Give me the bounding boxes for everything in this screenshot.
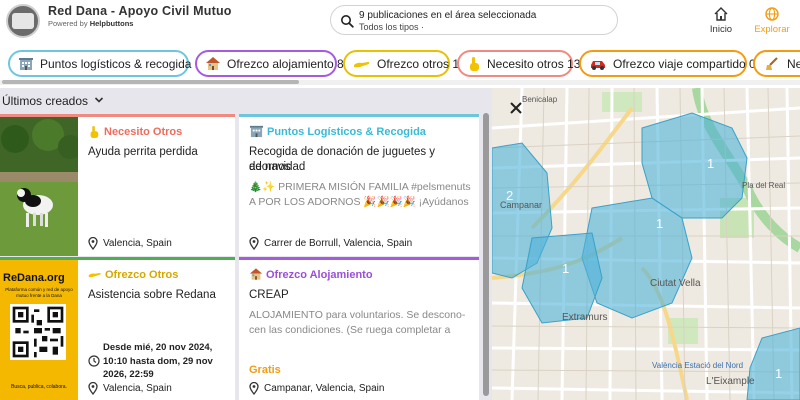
filter-lodging-label: Ofrezco alojamiento 8 — [227, 56, 344, 71]
hand-offer-icon — [88, 272, 101, 278]
filter-rideshare[interactable]: Ofrezco viaje compartido 0 — [579, 50, 756, 77]
post-card-redana-assistance[interactable]: ReDana.org Plataforma común y red de apo… — [0, 257, 235, 400]
post-category: Ofrezco Alojamiento — [266, 269, 373, 281]
map-pin-icon — [249, 382, 259, 395]
results-scrollbar[interactable] — [483, 113, 489, 396]
place-label: Extramurs — [562, 312, 608, 323]
post-date-line2: 10:10 hasta dom, 29 nov — [103, 356, 213, 367]
filter-offer-other-label: Ofrezco otros 1 — [377, 56, 460, 71]
filter-scrollbar-thumb[interactable] — [2, 80, 299, 84]
poster-brand: ReDana.org — [3, 272, 65, 284]
post-description-line1: 🎄✨ PRIMERA MISIÓN FAMILIA #pelsmenuts — [249, 181, 471, 193]
qr-code — [10, 304, 66, 360]
post-card-creap[interactable]: Ofrezco Alojamiento CREAP ALOJAMIENTO pa… — [239, 257, 479, 400]
search-summary: 9 publicaciones en el área seleccionada — [359, 10, 537, 21]
filter-offer-other[interactable]: Ofrezco otros 1 — [343, 50, 459, 77]
car-icon — [589, 56, 607, 72]
search-box[interactable]: 9 publicaciones en el área seleccionada … — [330, 5, 618, 35]
filter-lodging[interactable]: Ofrezco alojamiento 8 — [195, 50, 344, 77]
post-title: CREAP — [249, 289, 289, 301]
post-description-line2: A POR LOS ADORNOS 🎉🎉🎉🎉 ¡Ayúdanos — [249, 196, 469, 208]
place-label: Ciutat Vella — [650, 278, 701, 289]
chevron-down-icon[interactable] — [94, 96, 104, 104]
post-location-text: Campanar, Valencia, Spain — [264, 383, 385, 394]
cluster-count: 1 — [656, 216, 663, 231]
nav-home[interactable]: Inicio — [700, 4, 742, 40]
powered-by-brand[interactable]: Helpbuttons — [90, 19, 134, 28]
home-icon — [714, 7, 728, 21]
filter-need-cleaning-label: Nece — [787, 56, 800, 71]
app-logo[interactable] — [6, 4, 40, 38]
place-label: Campanar — [500, 200, 542, 210]
cluster-count: 1 — [775, 366, 782, 381]
app-title: Red Dana - Apoyo Civil Mutuo — [48, 4, 232, 18]
map-canvas[interactable]: 2 1 1 1 1 Campanar Ciutat Vella Extramur… — [492, 88, 800, 400]
post-title: Asistencia sobre Redana — [88, 289, 216, 301]
filter-logistics-label: Puntos logísticos & recogida 11 — [40, 56, 208, 71]
post-description-line1: ALOJAMIENTO para voluntarios. Se descono… — [249, 309, 466, 321]
post-location-text: Valencia, Spain — [103, 383, 172, 394]
globe-icon — [765, 7, 779, 21]
map-pin-icon — [249, 237, 259, 250]
nav-explore[interactable]: Explorar — [748, 4, 796, 40]
post-card-toy-donation[interactable]: Puntos Logísticos & Recogida Recogida de… — [239, 114, 479, 256]
park-area — [602, 92, 642, 112]
filter-need-other-label: Necesito otros 13 — [487, 56, 581, 71]
place-label: València Estació del Nord — [652, 361, 743, 370]
post-date-line3: 2026, 22:59 — [103, 369, 154, 380]
map-pin-icon — [88, 382, 98, 395]
post-category: Ofrezco Otros — [105, 269, 179, 281]
building-icon — [249, 125, 264, 138]
post-category: Necesito Otros — [104, 126, 183, 138]
post-location-text: Valencia, Spain — [103, 238, 172, 249]
powered-by: Powered by Helpbuttons — [48, 19, 133, 28]
poster-tagline: Plataforma común y red de apoyo mutuo fr… — [2, 287, 76, 299]
nav-home-label: Inicio — [709, 24, 733, 35]
post-date-line1: Desde mié, 20 nov 2024, — [103, 342, 213, 353]
post-location: Valencia, Spain — [88, 382, 172, 395]
post-description-line2: cen las condiciones. (Se ruega completar… — [249, 324, 451, 336]
poster-footer: Busca, publica, colabora. — [11, 384, 67, 390]
filter-need-other[interactable]: Necesito otros 13 — [457, 50, 580, 77]
search-type-filter: Todos los tipos · — [359, 22, 425, 32]
clock-icon — [88, 355, 100, 367]
cluster-count: 1 — [562, 261, 569, 276]
place-label: L'Eixample — [706, 376, 755, 387]
hand-offer-icon — [353, 56, 371, 72]
post-title-line2: de navidad — [249, 161, 306, 173]
poster-tagline-line2: mutuo frente a la Dana — [16, 293, 62, 298]
post-location-text: Carrer de Borrull, Valencia, Spain — [264, 238, 413, 249]
sort-select[interactable]: Últimos creados — [2, 94, 88, 108]
search-icon — [341, 15, 354, 28]
dog-photo — [0, 117, 78, 256]
building-icon — [18, 56, 34, 72]
post-price: Gratis — [249, 364, 281, 376]
map-view[interactable]: 2 1 1 1 1 Campanar Ciutat Vella Extramur… — [492, 88, 800, 400]
post-location: Campanar, Valencia, Spain — [249, 382, 384, 395]
filter-logistics[interactable]: Puntos logísticos & recogida 11 — [8, 50, 207, 77]
post-location: Valencia, Spain — [88, 237, 172, 250]
close-icon[interactable] — [508, 100, 524, 116]
house-icon — [205, 56, 221, 72]
broom-icon — [763, 56, 781, 72]
powered-by-prefix: Powered by — [48, 19, 88, 28]
hand-point-icon — [90, 126, 99, 138]
filter-rideshare-label: Ofrezco viaje compartido 0 — [613, 56, 756, 71]
poster-tagline-line1: Plataforma común y red de apoyo — [5, 287, 73, 292]
place-label: Benicalap — [522, 95, 558, 104]
house-icon — [249, 268, 263, 280]
place-label: Pla del Real — [742, 181, 785, 190]
cluster-count: 1 — [707, 156, 714, 171]
post-location: Carrer de Borrull, Valencia, Spain — [249, 237, 412, 250]
post-card-lost-dog[interactable]: Necesito Otros Ayuda perrita perdida Val… — [0, 114, 235, 256]
hand-point-icon — [467, 56, 481, 72]
redana-poster: ReDana.org Plataforma común y red de apo… — [0, 260, 78, 400]
app-header: Red Dana - Apoyo Civil Mutuo Powered by … — [0, 0, 800, 44]
category-filter-bar: Puntos logísticos & recogida 11 Ofrezco … — [0, 48, 800, 80]
post-category: Puntos Logísticos & Recogida — [267, 126, 426, 138]
nav-explore-label: Explorar — [754, 24, 790, 35]
filter-need-cleaning[interactable]: Nece — [753, 50, 800, 77]
map-pin-icon — [88, 237, 98, 250]
post-title: Ayuda perrita perdida — [88, 146, 198, 158]
